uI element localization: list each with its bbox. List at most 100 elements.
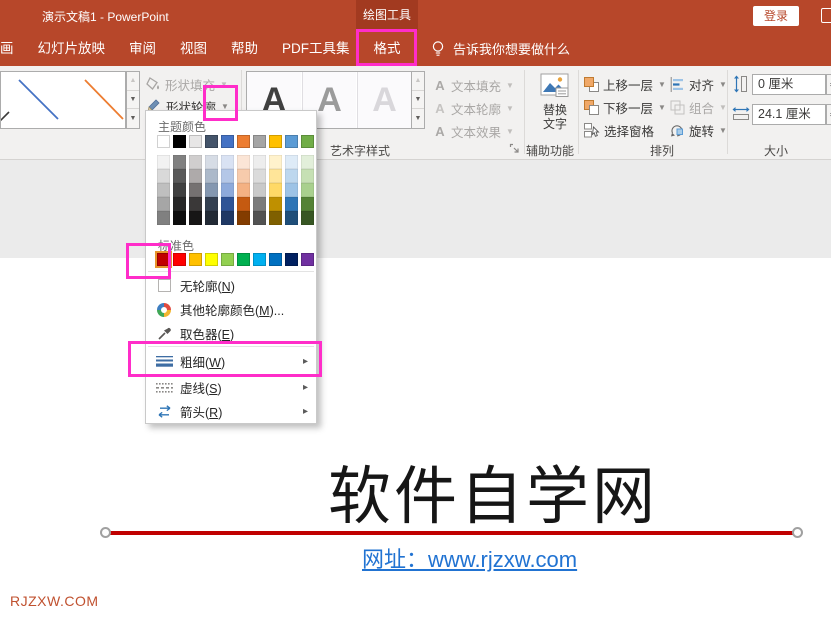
bring-forward-button[interactable]: 上移一层 ▼ xyxy=(584,75,666,94)
ribbon-tab-6[interactable]: PDF工具集 xyxy=(270,31,362,66)
align-button[interactable]: 对齐 ▼ xyxy=(670,75,727,94)
standard-color-swatch[interactable] xyxy=(301,253,314,266)
chevron-down-icon[interactable]: ▼ xyxy=(719,126,727,135)
theme-color-swatch[interactable] xyxy=(189,135,202,148)
chevron-down-icon[interactable]: ▼ xyxy=(658,103,666,112)
standard-color-swatch[interactable] xyxy=(285,253,298,266)
standard-color-swatch[interactable] xyxy=(237,253,250,266)
theme-color-swatch[interactable] xyxy=(285,135,298,148)
ribbon-tab-1[interactable]: 画 xyxy=(0,31,26,66)
chevron-down-icon[interactable]: ▼ xyxy=(719,80,727,89)
theme-variant-swatch[interactable] xyxy=(301,169,314,183)
theme-variant-swatch[interactable] xyxy=(189,183,202,197)
theme-variant-swatch[interactable] xyxy=(301,197,314,211)
theme-variant-swatch[interactable] xyxy=(237,211,250,225)
width-spinner[interactable] xyxy=(826,104,831,125)
theme-variant-swatch[interactable] xyxy=(221,169,234,183)
menu-item-more-outline-colors[interactable]: 其他轮廓颜色(M)... xyxy=(147,298,316,321)
dialog-launcher-icon[interactable] xyxy=(509,143,520,154)
theme-variant-swatch[interactable] xyxy=(221,155,234,169)
theme-variant-swatch[interactable] xyxy=(157,169,170,183)
wordart-gallery-scrollbar[interactable]: ▲ ▼ ▼ xyxy=(411,71,425,129)
sign-in-button[interactable]: 登录 xyxy=(753,6,799,26)
menu-item-no-outline[interactable]: 无轮廓(N) xyxy=(147,274,316,297)
standard-color-swatch[interactable] xyxy=(253,253,266,266)
height-spinner[interactable] xyxy=(826,74,831,95)
theme-variant-swatch[interactable] xyxy=(253,211,266,225)
drawing-tools-context-tab[interactable]: 绘图工具 xyxy=(356,0,418,30)
standard-color-swatch[interactable] xyxy=(269,253,282,266)
selection-pane-button[interactable]: 选择窗格 xyxy=(584,121,654,140)
standard-color-swatch[interactable] xyxy=(157,253,170,266)
theme-variant-swatch[interactable] xyxy=(173,211,186,225)
theme-variant-swatch[interactable] xyxy=(285,155,298,169)
theme-variant-swatch[interactable] xyxy=(253,155,266,169)
theme-variant-swatch[interactable] xyxy=(237,169,250,183)
theme-variant-swatch[interactable] xyxy=(285,211,298,225)
shape-styles-gallery[interactable] xyxy=(0,71,126,129)
theme-color-swatch[interactable] xyxy=(237,135,250,148)
text-effects-button[interactable]: A 文本效果 ▼ xyxy=(433,122,514,141)
slide-headline-text[interactable]: 软件自学网 xyxy=(328,446,658,537)
standard-color-swatch[interactable] xyxy=(189,253,202,266)
theme-variant-swatch[interactable] xyxy=(269,169,282,183)
line-endpoint-handle[interactable] xyxy=(792,527,803,538)
shape-height-field[interactable]: 0 厘米 xyxy=(752,74,826,95)
ribbon-tab-7[interactable]: 格式 xyxy=(362,31,413,66)
shape-gallery-scrollbar[interactable]: ▲ ▼ ▼ xyxy=(126,71,140,129)
ribbon-tab-5[interactable]: 帮助 xyxy=(219,31,270,66)
theme-variant-swatch[interactable] xyxy=(301,183,314,197)
theme-variant-swatch[interactable] xyxy=(285,197,298,211)
gallery-more-icon[interactable]: ▼ xyxy=(127,109,139,128)
standard-color-swatch[interactable] xyxy=(173,253,186,266)
theme-variant-swatch[interactable] xyxy=(173,169,186,183)
theme-variant-swatch[interactable] xyxy=(269,211,282,225)
group-button[interactable]: 组合 ▼ xyxy=(670,98,727,117)
theme-variant-swatch[interactable] xyxy=(157,183,170,197)
line-endpoint-handle[interactable] xyxy=(100,527,111,538)
theme-variant-swatch[interactable] xyxy=(205,197,218,211)
theme-variant-swatch[interactable] xyxy=(237,197,250,211)
theme-variant-swatch[interactable] xyxy=(157,211,170,225)
theme-variant-swatch[interactable] xyxy=(301,211,314,225)
theme-variant-swatch[interactable] xyxy=(285,169,298,183)
theme-variant-swatch[interactable] xyxy=(189,169,202,183)
ribbon-tab-2[interactable]: 幻灯片放映 xyxy=(26,31,118,66)
theme-color-swatch[interactable] xyxy=(253,135,266,148)
menu-item-weight[interactable]: 粗细(W)▸ xyxy=(147,349,316,374)
theme-variant-swatch[interactable] xyxy=(173,183,186,197)
theme-variant-swatch[interactable] xyxy=(157,197,170,211)
red-line-shape[interactable] xyxy=(110,531,798,535)
theme-variant-swatch[interactable] xyxy=(189,197,202,211)
theme-variant-swatch[interactable] xyxy=(301,155,314,169)
theme-variant-swatch[interactable] xyxy=(205,155,218,169)
wordart-style-thumb[interactable]: A xyxy=(357,72,411,128)
gallery-scroll-down-icon[interactable]: ▼ xyxy=(412,91,424,110)
text-fill-button[interactable]: A 文本填充 ▼ xyxy=(433,76,514,95)
theme-variant-swatch[interactable] xyxy=(205,183,218,197)
theme-variant-swatch[interactable] xyxy=(269,183,282,197)
theme-variant-swatch[interactable] xyxy=(221,197,234,211)
theme-color-swatch[interactable] xyxy=(173,135,186,148)
theme-color-swatch[interactable] xyxy=(157,135,170,148)
shape-fill-button[interactable]: 形状填充 ▼ xyxy=(146,75,228,94)
theme-variant-swatch[interactable] xyxy=(157,155,170,169)
theme-color-swatch[interactable] xyxy=(205,135,218,148)
theme-variant-swatch[interactable] xyxy=(253,183,266,197)
theme-variant-swatch[interactable] xyxy=(205,169,218,183)
send-backward-button[interactable]: 下移一层 ▼ xyxy=(584,98,666,117)
theme-variant-swatch[interactable] xyxy=(173,155,186,169)
tell-me-box[interactable]: 告诉我你想要做什么 xyxy=(430,31,570,66)
theme-variant-swatch[interactable] xyxy=(237,183,250,197)
menu-item-eyedropper[interactable]: 取色器(E) xyxy=(147,322,316,345)
theme-variant-swatch[interactable] xyxy=(205,211,218,225)
theme-variant-swatch[interactable] xyxy=(189,155,202,169)
gallery-scroll-up-icon[interactable]: ▲ xyxy=(412,72,424,91)
theme-variant-swatch[interactable] xyxy=(173,197,186,211)
alt-text-button[interactable]: 替换 文字 xyxy=(532,71,578,139)
standard-color-swatch[interactable] xyxy=(221,253,234,266)
gallery-scroll-down-icon[interactable]: ▼ xyxy=(127,91,139,110)
text-outline-button[interactable]: A 文本轮廓 ▼ xyxy=(433,99,514,118)
theme-color-swatch[interactable] xyxy=(269,135,282,148)
menu-item-arrows[interactable]: 箭头(R)▸ xyxy=(147,400,316,423)
